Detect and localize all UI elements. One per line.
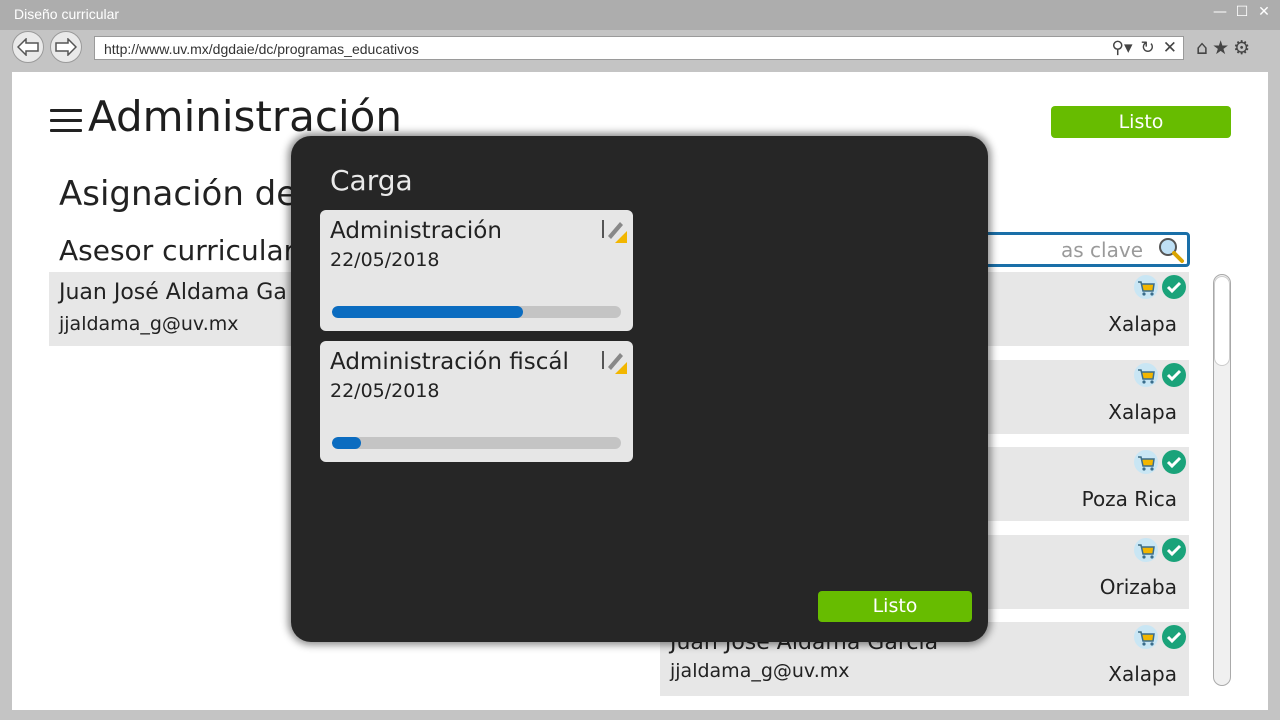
- list-item-city: Xalapa: [1108, 662, 1177, 686]
- close-window-button[interactable]: ✕: [1256, 4, 1272, 20]
- advisor-email: jjaldama_g@uv.mx: [59, 313, 239, 335]
- program-date: 22/05/2018: [330, 249, 440, 271]
- favorites-star-icon[interactable]: ★: [1212, 37, 1229, 59]
- maximize-button[interactable]: ☐: [1234, 4, 1250, 20]
- back-arrow-icon: [17, 38, 39, 56]
- list-item-city: Xalapa: [1108, 400, 1177, 424]
- program-card[interactable]: Administración 22/05/2018: [320, 210, 633, 331]
- cart-icon[interactable]: [1133, 537, 1159, 563]
- list-item-city: Orizaba: [1099, 575, 1177, 599]
- edit-icon[interactable]: [600, 347, 628, 375]
- stop-icon[interactable]: ✕: [1163, 38, 1177, 58]
- load-dialog: Carga Administración 22/05/2018 Administ…: [291, 136, 988, 642]
- advisor-name: Juan José Aldama Ga: [59, 280, 287, 305]
- dialog-done-button[interactable]: Listo: [818, 591, 972, 622]
- search-icon[interactable]: [1157, 236, 1185, 264]
- back-button[interactable]: [12, 31, 44, 63]
- page-title: Administración: [88, 92, 402, 141]
- progress-bar: [332, 306, 621, 318]
- edit-icon[interactable]: [600, 216, 628, 244]
- program-card[interactable]: Administración fiscál 22/05/2018: [320, 341, 633, 462]
- browser-actions: ⌂ ★ ⚙: [1196, 37, 1250, 59]
- scrollbar-thumb[interactable]: [1214, 276, 1230, 366]
- address-bar-actions: ⚲▾ ↻ ✕: [1112, 38, 1177, 58]
- cart-icon[interactable]: [1133, 362, 1159, 388]
- settings-gear-icon[interactable]: ⚙: [1233, 37, 1250, 59]
- check-icon[interactable]: [1161, 449, 1187, 475]
- window-title: Diseño curricular: [14, 6, 120, 22]
- check-icon[interactable]: [1161, 624, 1187, 650]
- list-item-city: Xalapa: [1108, 312, 1177, 336]
- dialog-title: Carga: [330, 164, 413, 197]
- cart-icon[interactable]: [1133, 624, 1159, 650]
- minimize-button[interactable]: —: [1212, 4, 1228, 20]
- list-item-city: Poza Rica: [1081, 487, 1177, 511]
- home-icon[interactable]: ⌂: [1196, 37, 1208, 59]
- program-date: 22/05/2018: [330, 380, 440, 402]
- program-name: Administración: [330, 218, 502, 244]
- forward-arrow-icon: [55, 38, 77, 56]
- cart-icon[interactable]: [1133, 449, 1159, 475]
- advisor-label: Asesor curricular: [59, 234, 296, 267]
- search-placeholder: as clave: [1061, 238, 1143, 262]
- check-icon[interactable]: [1161, 362, 1187, 388]
- program-name: Administración fiscál: [330, 349, 569, 375]
- window-titlebar: Diseño curricular — ☐ ✕: [0, 0, 1280, 30]
- window-controls: — ☐ ✕: [1212, 4, 1272, 20]
- progress-bar: [332, 437, 621, 449]
- cart-icon[interactable]: [1133, 274, 1159, 300]
- url-text[interactable]: http://www.uv.mx/dgdaie/dc/programas_edu…: [104, 41, 419, 57]
- menu-icon[interactable]: [50, 109, 82, 133]
- search-dropdown-icon[interactable]: ⚲▾: [1112, 38, 1133, 58]
- section-title: Asignación de: [59, 174, 298, 214]
- forward-button[interactable]: [50, 31, 82, 63]
- reload-icon[interactable]: ↻: [1141, 38, 1155, 58]
- done-button[interactable]: Listo: [1051, 106, 1231, 138]
- address-bar[interactable]: http://www.uv.mx/dgdaie/dc/programas_edu…: [94, 36, 1184, 60]
- check-icon[interactable]: [1161, 274, 1187, 300]
- browser-toolbar: http://www.uv.mx/dgdaie/dc/programas_edu…: [0, 30, 1280, 70]
- list-item-email: jjaldama_g@uv.mx: [670, 660, 850, 682]
- check-icon[interactable]: [1161, 537, 1187, 563]
